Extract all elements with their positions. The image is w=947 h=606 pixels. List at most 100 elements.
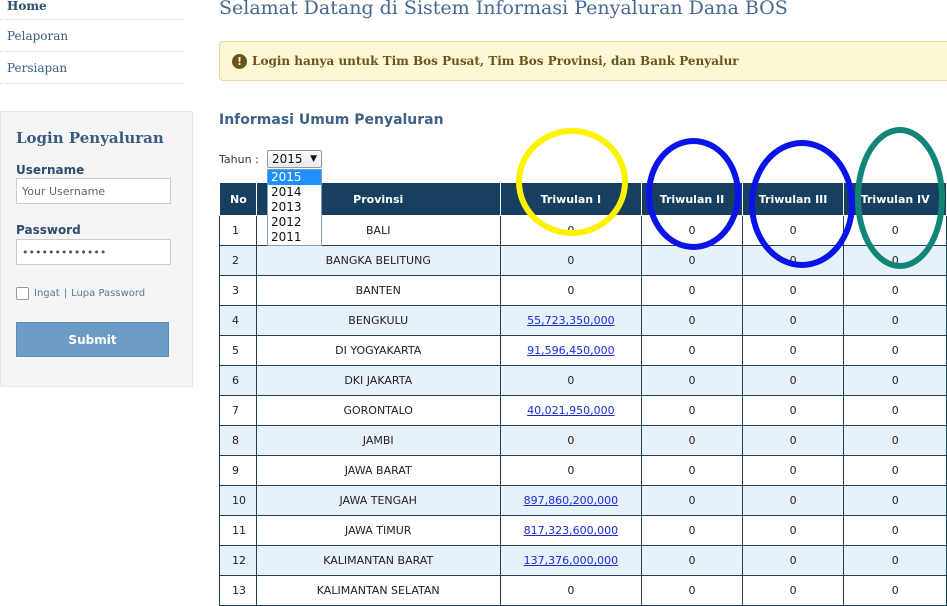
cell-triwulan-4: 0 xyxy=(843,425,947,456)
cell-provinsi: GORONTALO xyxy=(255,395,501,426)
table-row: 2 BANGKA BELITUNG 0 0 0 0 xyxy=(219,245,947,276)
cell-triwulan-2: 0 xyxy=(641,365,743,396)
year-dropdown-list: 2015 2014 2013 2012 2011 xyxy=(267,169,322,246)
password-input[interactable] xyxy=(16,239,171,265)
password-label: Password xyxy=(16,223,81,237)
col-header-no: No xyxy=(219,183,257,216)
cell-triwulan-1: 0 xyxy=(499,455,643,486)
amount-link[interactable]: 897,860,200,000 xyxy=(524,494,618,507)
alert-text: Login hanya untuk Tim Bos Pusat, Tim Bos… xyxy=(252,54,739,68)
nav-item-persiapan[interactable]: Persiapan xyxy=(0,52,184,84)
cell-no: 8 xyxy=(219,425,257,456)
cell-triwulan-3: 0 xyxy=(741,425,845,456)
cell-provinsi: JAWA BARAT xyxy=(255,455,501,486)
cell-triwulan-4: 0 xyxy=(843,485,947,516)
username-input[interactable] xyxy=(16,178,171,204)
cell-no: 7 xyxy=(219,395,257,426)
cell-triwulan-4: 0 xyxy=(843,305,947,336)
cell-provinsi: DKI JAKARTA xyxy=(255,365,501,396)
cell-provinsi: BANGKA BELITUNG xyxy=(255,245,501,276)
cell-triwulan-3: 0 xyxy=(741,395,845,426)
cell-triwulan-2: 0 xyxy=(641,425,743,456)
cell-provinsi: KALIMANTAN BARAT xyxy=(255,545,501,576)
year-option-2012[interactable]: 2012 xyxy=(268,215,321,230)
table-row: 5 DI YOGYAKARTA 91,596,450,000 0 0 0 xyxy=(219,335,947,366)
table-header-row: No Provinsi Triwulan I Triwulan II Triwu… xyxy=(219,183,947,216)
table-row: 3 BANTEN 0 0 0 0 xyxy=(219,275,947,306)
submit-button[interactable]: Submit xyxy=(16,322,169,357)
cell-no: 11 xyxy=(219,515,257,546)
nav-item-pelaporan[interactable]: Pelaporan xyxy=(0,20,184,52)
cell-triwulan-2: 0 xyxy=(641,305,743,336)
login-panel: Login Penyaluran Username Password Ingat… xyxy=(0,111,193,387)
amount-link[interactable]: 40,021,950,000 xyxy=(527,404,614,417)
cell-no: 4 xyxy=(219,305,257,336)
cell-triwulan-3: 0 xyxy=(741,335,845,366)
cell-triwulan-2: 0 xyxy=(641,335,743,366)
cell-no: 5 xyxy=(219,335,257,366)
year-option-2011[interactable]: 2011 xyxy=(268,230,321,245)
cell-triwulan-3: 0 xyxy=(741,215,845,246)
cell-triwulan-3: 0 xyxy=(741,275,845,306)
table-body: 1 BALI 0 0 0 0 2 BANGKA BELITUNG 0 0 0 0 3 BANTEN 0 0 0 0… xyxy=(219,215,947,606)
table-row: 7 GORONTALO 40,021,950,000 0 0 0 xyxy=(219,395,947,426)
remember-row: Ingat | Lupa Password xyxy=(16,287,145,300)
cell-triwulan-4: 0 xyxy=(843,275,947,306)
cell-triwulan-1: 137,376,000,000 xyxy=(499,545,643,576)
table-row: 6 DKI JAKARTA 0 0 0 0 xyxy=(219,365,947,396)
cell-no: 13 xyxy=(219,575,257,606)
cell-triwulan-4: 0 xyxy=(843,395,947,426)
year-filter-label: Tahun : xyxy=(219,153,259,166)
cell-triwulan-3: 0 xyxy=(741,365,845,396)
table-row: 1 BALI 0 0 0 0 xyxy=(219,215,947,246)
cell-no: 6 xyxy=(219,365,257,396)
cell-triwulan-2: 0 xyxy=(641,575,743,606)
cell-triwulan-2: 0 xyxy=(641,395,743,426)
year-option-2015[interactable]: 2015 xyxy=(268,170,321,185)
sidebar-nav: Home Pelaporan Persiapan xyxy=(0,0,184,84)
remember-checkbox[interactable] xyxy=(16,287,29,300)
cell-no: 12 xyxy=(219,545,257,576)
cell-triwulan-1: 0 xyxy=(499,425,643,456)
year-select[interactable]: 2015 ▼ xyxy=(267,150,322,168)
amount-link[interactable]: 55,723,350,000 xyxy=(527,314,614,327)
cell-triwulan-1: 0 xyxy=(499,365,643,396)
col-header-triwulan-4: Triwulan IV xyxy=(843,183,947,216)
cell-triwulan-3: 0 xyxy=(741,545,845,576)
cell-no: 10 xyxy=(219,485,257,516)
amount-link[interactable]: 137,376,000,000 xyxy=(524,554,618,567)
cell-provinsi: KALIMANTAN SELATAN xyxy=(255,575,501,606)
cell-triwulan-1: 0 xyxy=(499,215,643,246)
nav-item-home[interactable]: Home xyxy=(0,0,184,20)
exclamation-icon: ! xyxy=(232,53,247,69)
amount-link[interactable]: 817,323,600,000 xyxy=(524,524,618,537)
cell-provinsi: JAWA TENGAH xyxy=(255,485,501,516)
table-row: 13 KALIMANTAN SELATAN 0 0 0 0 xyxy=(219,575,947,606)
col-header-triwulan-2: Triwulan II xyxy=(641,183,743,216)
section-title: Informasi Umum Penyaluran xyxy=(219,112,444,128)
year-option-2013[interactable]: 2013 xyxy=(268,200,321,215)
forgot-password-link[interactable]: Lupa Password xyxy=(71,288,145,299)
cell-triwulan-3: 0 xyxy=(741,515,845,546)
cell-triwulan-4: 0 xyxy=(843,575,947,606)
cell-triwulan-3: 0 xyxy=(741,305,845,336)
cell-triwulan-4: 0 xyxy=(843,515,947,546)
year-option-2014[interactable]: 2014 xyxy=(268,185,321,200)
cell-triwulan-4: 0 xyxy=(843,545,947,576)
cell-triwulan-4: 0 xyxy=(843,245,947,276)
login-title: Login Penyaluran xyxy=(16,129,164,147)
cell-triwulan-1: 0 xyxy=(499,275,643,306)
remember-separator: | xyxy=(63,288,68,299)
cell-triwulan-2: 0 xyxy=(641,275,743,306)
cell-triwulan-2: 0 xyxy=(641,485,743,516)
cell-triwulan-1: 40,021,950,000 xyxy=(499,395,643,426)
cell-triwulan-4: 0 xyxy=(843,455,947,486)
cell-triwulan-1: 0 xyxy=(499,575,643,606)
cell-triwulan-1: 0 xyxy=(499,245,643,276)
cell-triwulan-2: 0 xyxy=(641,515,743,546)
cell-triwulan-1: 91,596,450,000 xyxy=(499,335,643,366)
cell-triwulan-4: 0 xyxy=(843,215,947,246)
remember-label[interactable]: Ingat xyxy=(34,288,60,299)
amount-link[interactable]: 91,596,450,000 xyxy=(527,344,614,357)
table-row: 9 JAWA BARAT 0 0 0 0 xyxy=(219,455,947,486)
